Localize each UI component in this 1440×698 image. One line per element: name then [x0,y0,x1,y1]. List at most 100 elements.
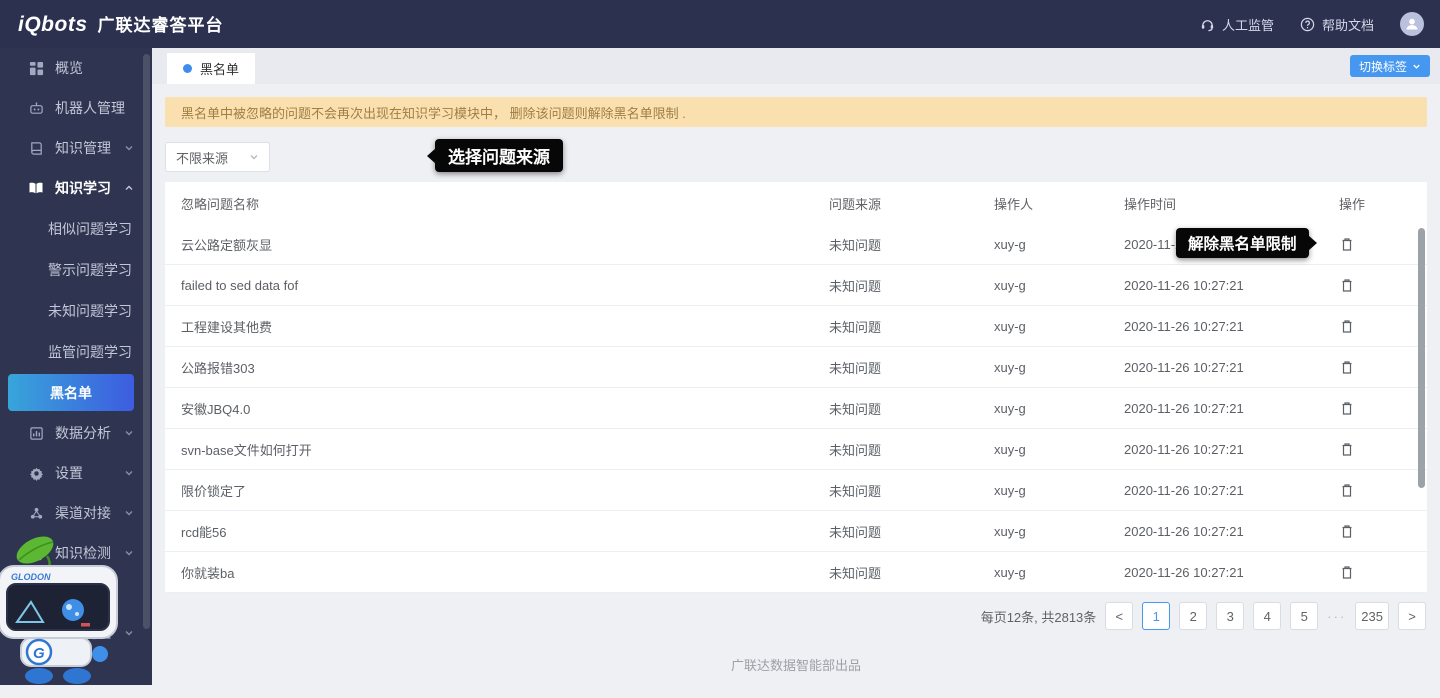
pagination-summary: 每页12条, 共2813条 [981,607,1097,626]
cell-operator: xuy-g [994,442,1124,457]
delete-button[interactable] [1339,400,1355,416]
table-header-row: 忽略问题名称 问题来源 操作人 操作时间 操作 [165,182,1427,224]
sidebar-subitem-blacklist[interactable]: 黑名单 [8,374,134,411]
sidebar-item-knowledge-learning[interactable]: 知识学习 [0,168,152,208]
page-button-3[interactable]: 3 [1216,602,1244,630]
chevron-down-icon [249,152,259,162]
delete-button[interactable] [1339,318,1355,334]
page-button-5[interactable]: 5 [1290,602,1318,630]
sidebar-item-knowledge-management[interactable]: 知识管理 [0,128,152,168]
user-avatar[interactable] [1400,12,1424,36]
page-button-2[interactable]: 2 [1179,602,1207,630]
table-scrollbar[interactable] [1418,228,1425,488]
page-button-4[interactable]: 4 [1253,602,1281,630]
delete-button[interactable] [1339,236,1355,252]
col-header-actions: 操作 [1339,194,1411,213]
page-label: 3 [1227,609,1234,624]
cell-question-name: svn-base文件如何打开 [181,440,829,459]
delete-button[interactable] [1339,277,1355,293]
cell-time: 2020-11-26 10:27:21 [1124,401,1339,416]
footer-text: 广联达数据智能部出品 [731,658,861,673]
page-ellipsis[interactable]: ··· [1327,609,1346,624]
help-docs-link[interactable]: 帮助文档 [1300,15,1374,34]
chevron-down-icon [124,508,134,518]
chevron-down-icon [1412,62,1421,71]
bar-chart-icon [28,425,44,441]
cell-question-name: 限价锁定了 [181,481,829,500]
delete-button[interactable] [1339,564,1355,580]
cell-operator: xuy-g [994,483,1124,498]
tab-blacklist[interactable]: 黑名单 [167,53,255,84]
page-button-235[interactable]: 235 [1355,602,1389,630]
trash-icon [1340,278,1354,293]
sidebar-subitem-unknown-question-learning[interactable]: 未知问题学习 [0,290,152,331]
page-label: 235 [1361,609,1383,624]
sidebar-subitem-supervision-question-learning[interactable]: 监管问题学习 [0,331,152,372]
cell-question-name: rcd能56 [181,522,829,541]
cell-operator: xuy-g [994,278,1124,293]
manual-supervision-link[interactable]: 人工监管 [1200,15,1274,34]
annotation-text: 解除黑名单限制 [1188,232,1297,254]
delete-button[interactable] [1339,523,1355,539]
trash-icon [1340,565,1354,580]
sidebar-item-data-analysis[interactable]: 数据分析 [0,413,152,453]
cell-time: 2020-11-26 10:27:21 [1124,442,1339,457]
delete-button[interactable] [1339,441,1355,457]
cell-source: 未知问题 [829,522,994,541]
sub-item-label: 黑名单 [50,383,92,403]
tab-label: 黑名单 [200,59,239,78]
table-row: svn-base文件如何打开 未知问题 xuy-g 2020-11-26 10:… [165,429,1427,470]
page-button-1[interactable]: 1 [1142,602,1170,630]
switch-tabs-button[interactable]: 切换标签 [1350,55,1430,77]
sidebar-item-label: 数据分析 [55,423,111,443]
col-header-source: 问题来源 [829,194,994,213]
cell-operator: xuy-g [994,319,1124,334]
next-page-button[interactable]: > [1398,602,1426,630]
notice-text: 黑名单中被忽略的问题不会再次出现在知识学习模块中， 删除该问题则解除黑名单限制 … [181,103,686,122]
sidebar-item-label: 机器人管理 [55,98,125,118]
sidebar-item-label: 渠道对接 [55,503,111,523]
sidebar-subitem-similar-question-learning[interactable]: 相似问题学习 [0,208,152,249]
delete-button[interactable] [1339,359,1355,375]
sidebar-item-label: 知识学习 [55,178,111,198]
prev-page-button[interactable]: < [1105,602,1133,630]
help-docs-label: 帮助文档 [1322,15,1374,34]
page-label: 4 [1264,609,1271,624]
cell-source: 未知问题 [829,235,994,254]
tab-active-dot-icon [183,64,192,73]
trash-icon [1340,401,1354,416]
cell-source: 未知问题 [829,276,994,295]
sidebar-item-settings[interactable]: 设置 [0,453,152,493]
svg-text:GLODON: GLODON [11,572,51,582]
nodes-icon [28,505,44,521]
chevron-down-icon [124,468,134,478]
sidebar-item-robot-management[interactable]: 机器人管理 [0,88,152,128]
cell-source: 未知问题 [829,317,994,336]
chevron-down-icon [124,428,134,438]
sub-item-label: 警示问题学习 [48,260,132,280]
sidebar-item-channel-integration[interactable]: 渠道对接 [0,493,152,533]
cell-time: 2020-11-26 10:27:21 [1124,483,1339,498]
cell-time: 2020-11-26 10:27:21 [1124,524,1339,539]
svg-text:G: G [33,645,45,662]
trash-icon [1340,319,1354,334]
annotation-text: 选择问题来源 [448,143,550,168]
cell-source: 未知问题 [829,481,994,500]
main-area: 黑名单 切换标签 黑名单中被忽略的问题不会再次出现在知识学习模块中， 删除该问题… [152,48,1440,685]
table-row: 安徽JBQ4.0 未知问题 xuy-g 2020-11-26 10:27:21 [165,388,1427,429]
sidebar-item-overview[interactable]: 概览 [0,48,152,88]
cell-operator: xuy-g [994,360,1124,375]
open-book-icon [28,180,44,196]
cell-source: 未知问题 [829,563,994,582]
sidebar-scrollbar[interactable] [143,54,150,629]
delete-button[interactable] [1339,482,1355,498]
logo-text-cn: 广联达睿答平台 [98,11,224,36]
sidebar-subitem-warning-question-learning[interactable]: 警示问题学习 [0,249,152,290]
cell-time: 2020-11-26 10:27:21 [1124,319,1339,334]
select-value: 不限来源 [176,148,228,167]
question-source-select[interactable]: 不限来源 [165,142,270,172]
cell-source: 未知问题 [829,399,994,418]
table-row: 公路报错303 未知问题 xuy-g 2020-11-26 10:27:21 [165,347,1427,388]
table-row: failed to sed data fof 未知问题 xuy-g 2020-1… [165,265,1427,306]
mascot-robot: GLODON G [0,528,130,690]
